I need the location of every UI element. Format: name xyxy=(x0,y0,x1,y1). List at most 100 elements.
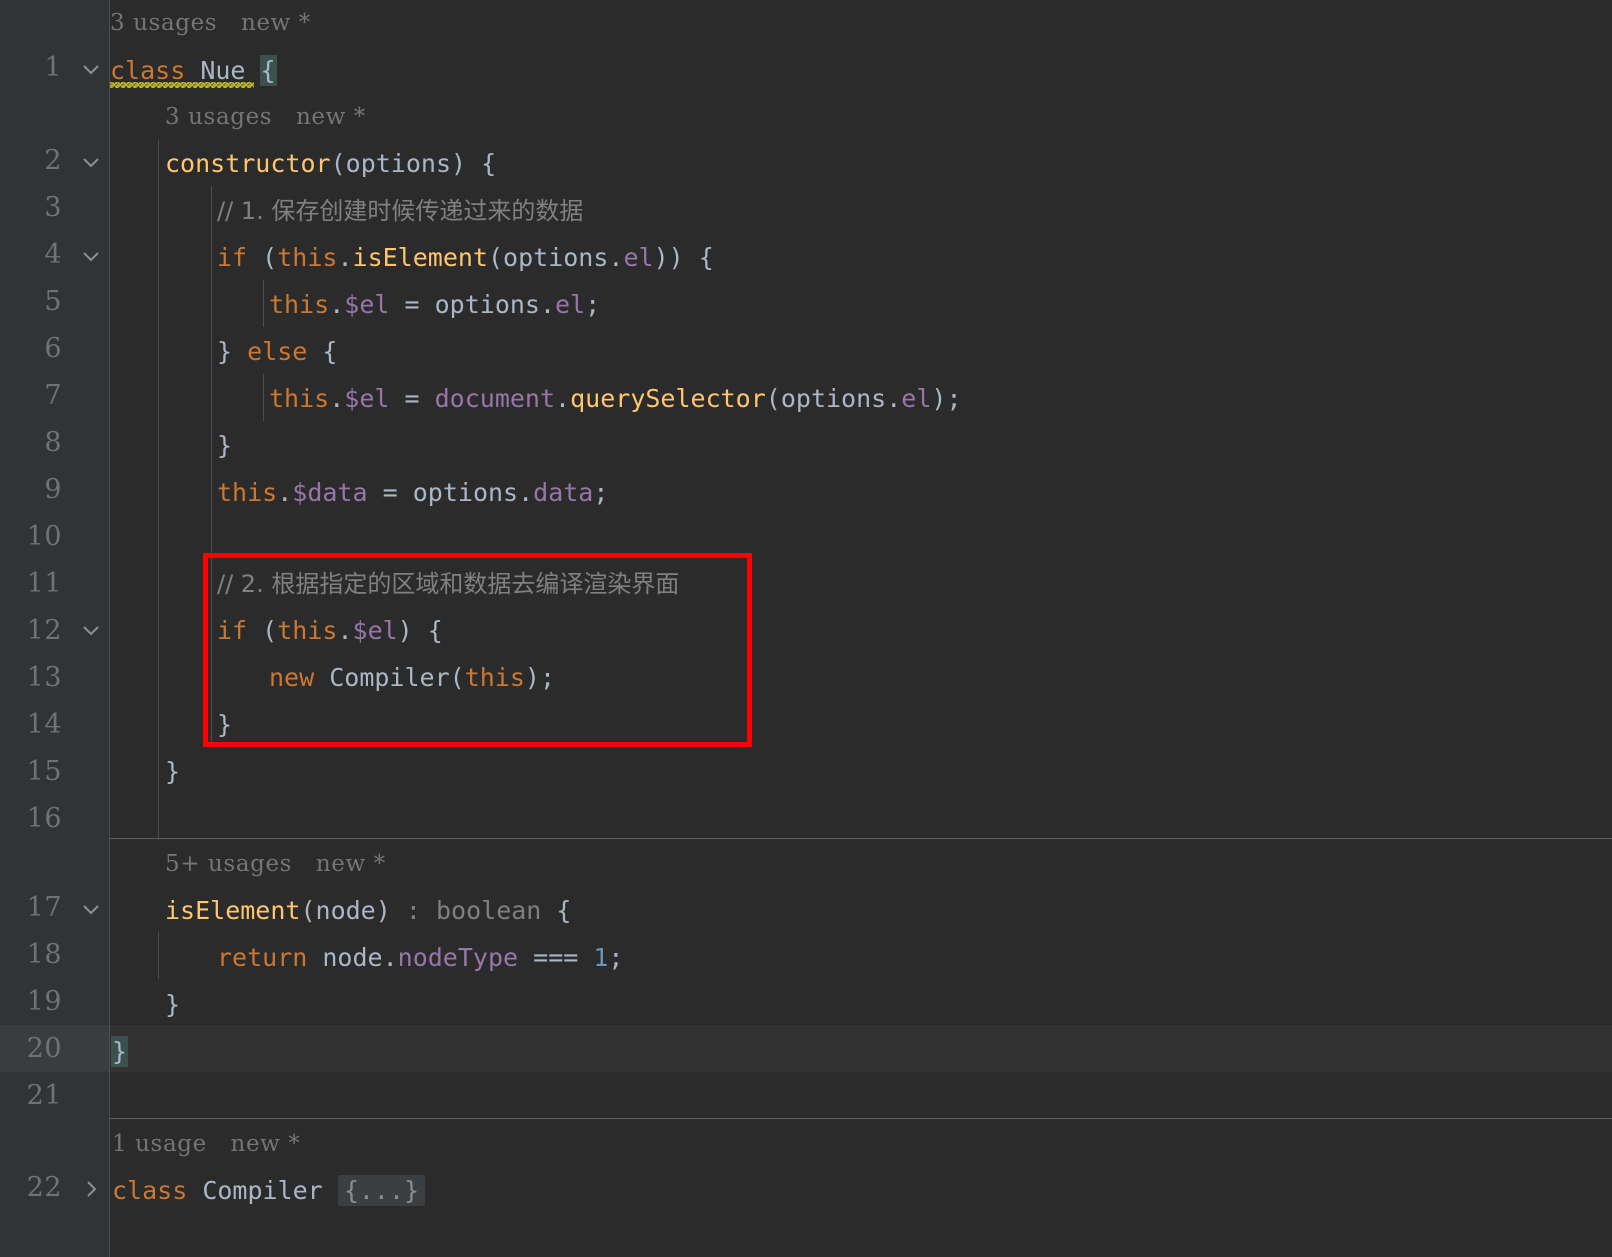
token-dot-11: . xyxy=(382,943,398,972)
inlay-hint-class-nue[interactable]: 3 usages new * xyxy=(110,0,1612,47)
line-number-16[interactable]: 16 xyxy=(0,805,62,833)
inlay-hint-iselement[interactable]: 5+ usages new * xyxy=(110,841,1612,888)
inlay-hint-usages[interactable]: 1 usage xyxy=(112,1131,207,1157)
line-number-8[interactable]: 8 xyxy=(0,429,62,457)
token-this-3: this xyxy=(269,384,330,413)
token-param-options: options xyxy=(345,149,451,178)
line-number-1[interactable]: 1 xyxy=(0,54,62,82)
code-line-2[interactable]: constructor(options) { xyxy=(110,140,1612,187)
line-number-14[interactable]: 14 xyxy=(0,711,62,739)
token-dot-8: . xyxy=(277,478,293,507)
code-line-21[interactable] xyxy=(110,1075,1612,1122)
line-number-5[interactable]: 5 xyxy=(0,288,62,316)
token-this-4: this xyxy=(217,478,278,507)
code-line-17[interactable]: isElement(node) : boolean { xyxy=(110,887,1612,934)
code-line-19[interactable]: } xyxy=(110,981,1612,1028)
code-line-18[interactable]: return node.nodeType === 1; xyxy=(110,934,1612,981)
token-semi-5: ; xyxy=(608,943,624,972)
token-keyword-if-1: if xyxy=(217,243,248,272)
token-prop-dollar-el-1: $el xyxy=(344,290,390,319)
token-class-compiler-ref: Compiler xyxy=(329,663,450,692)
warning-squiggle-icon xyxy=(110,82,254,88)
code-line-15[interactable]: } xyxy=(110,748,1612,795)
code-line-16[interactable] xyxy=(110,795,1612,842)
token-options-1: options xyxy=(503,243,609,272)
token-document: document xyxy=(434,384,556,413)
token-lparen-qs: ( xyxy=(765,384,781,413)
token-colon-type: : xyxy=(405,896,421,925)
code-line-20[interactable]: } xyxy=(110,1028,1612,1075)
fold-chevron-down-icon-line2[interactable] xyxy=(78,148,104,176)
line-number-18[interactable]: 18 xyxy=(0,941,62,969)
token-prop-el-3: el xyxy=(901,384,932,413)
inlay-hint-new[interactable]: new * xyxy=(316,851,386,877)
code-line-4[interactable]: if (this.isElement(options.el)) { xyxy=(110,234,1612,281)
token-identifier-nue: Nue xyxy=(200,56,246,85)
line-number-17[interactable]: 17 xyxy=(0,894,62,922)
inlay-hint-usages[interactable]: 3 usages xyxy=(165,104,272,130)
folded-region-placeholder[interactable]: {...} xyxy=(337,1175,426,1206)
line-number-20[interactable]: 20 xyxy=(0,1035,62,1063)
token-keyword-return: return xyxy=(217,943,308,972)
fold-chevron-down-icon-line4[interactable] xyxy=(78,242,104,270)
token-brace-close-if1: } xyxy=(217,337,233,366)
line-number-12[interactable]: 12 xyxy=(0,617,62,645)
inlay-hint-new[interactable]: new * xyxy=(241,10,311,36)
token-lparen-if1: ( xyxy=(262,243,278,272)
token-this-6: this xyxy=(464,663,525,692)
fold-chevron-down-icon-line12[interactable] xyxy=(78,616,104,644)
line-number-7[interactable]: 7 xyxy=(0,382,62,410)
fold-chevron-down-icon-line17[interactable] xyxy=(78,895,104,923)
line-number-15[interactable]: 15 xyxy=(0,758,62,786)
line-number-21[interactable]: 21 xyxy=(0,1082,62,1110)
code-line-7[interactable]: this.$el = document.querySelector(option… xyxy=(110,375,1612,422)
code-line-11[interactable]: // 2. 根据指定的区域和数据去编译渲染界面 xyxy=(110,560,1612,607)
code-line-13[interactable]: new Compiler(this); xyxy=(110,654,1612,701)
fold-chevron-down-icon-line1[interactable] xyxy=(78,55,104,83)
inlay-hint-constructor[interactable]: 3 usages new * xyxy=(110,94,1612,141)
token-assign-1: = xyxy=(404,290,420,319)
token-keyword-class: class xyxy=(110,56,186,85)
inlay-hint-new[interactable]: new * xyxy=(296,104,366,130)
token-dot-3: . xyxy=(329,290,345,319)
inlay-hint-usages[interactable]: 3 usages xyxy=(110,10,217,36)
token-function-constructor: constructor xyxy=(165,149,331,178)
line-number-3[interactable]: 3 xyxy=(0,194,62,222)
inlay-hint-new[interactable]: new * xyxy=(231,1131,301,1157)
line-number-22[interactable]: 22 xyxy=(0,1174,62,1202)
token-this-1: this xyxy=(277,243,338,272)
code-line-3[interactable]: // 1. 保存创建时候传递过来的数据 xyxy=(110,187,1612,234)
code-line-9[interactable]: this.$data = options.data; xyxy=(110,469,1612,516)
code-line-10[interactable] xyxy=(110,516,1612,563)
line-number-13[interactable]: 13 xyxy=(0,664,62,692)
code-line-5[interactable]: this.$el = options.el; xyxy=(110,281,1612,328)
token-options-3: options xyxy=(780,384,887,413)
inlay-hint-class-compiler[interactable]: 1 usage new * xyxy=(110,1121,1612,1168)
code-line-12[interactable]: if (this.$el) { xyxy=(110,607,1612,654)
code-line-14[interactable]: } xyxy=(110,701,1612,748)
token-prop-nodeType: nodeType xyxy=(397,943,519,972)
code-line-8[interactable]: } xyxy=(110,422,1612,469)
token-identifier-compiler: Compiler xyxy=(202,1176,323,1205)
token-semi-2: ; xyxy=(946,384,962,413)
inlay-hint-usages[interactable]: 5+ usages xyxy=(165,851,292,877)
token-strict-equals: === xyxy=(533,943,579,972)
code-line-6[interactable]: } else { xyxy=(110,328,1612,375)
token-dot-5: . xyxy=(329,384,345,413)
code-editor[interactable]: 1 2 3 4 5 6 7 8 9 10 11 12 13 14 15 16 1… xyxy=(0,0,1612,1257)
line-number-10[interactable]: 10 xyxy=(0,523,62,551)
line-number-4[interactable]: 4 xyxy=(0,241,62,269)
line-number-11[interactable]: 11 xyxy=(0,570,62,598)
line-number-6[interactable]: 6 xyxy=(0,335,62,363)
line-number-19[interactable]: 19 xyxy=(0,988,62,1016)
code-line-1[interactable]: class Nue { xyxy=(110,47,1612,94)
token-rparen-isElement: ) xyxy=(653,243,669,272)
token-method-querySelector: querySelector xyxy=(570,384,766,413)
fold-chevron-right-icon-line22[interactable] xyxy=(78,1175,104,1203)
token-prop-dollar-el-3: $el xyxy=(352,616,398,645)
token-brace-close-if2: } xyxy=(217,710,233,739)
line-number-9[interactable]: 9 xyxy=(0,476,62,504)
line-number-2[interactable]: 2 xyxy=(0,147,62,175)
code-content[interactable]: 3 usages new * class Nue { 3 usages new … xyxy=(110,0,1612,1257)
code-line-22[interactable]: class Compiler {...} xyxy=(110,1167,1612,1214)
